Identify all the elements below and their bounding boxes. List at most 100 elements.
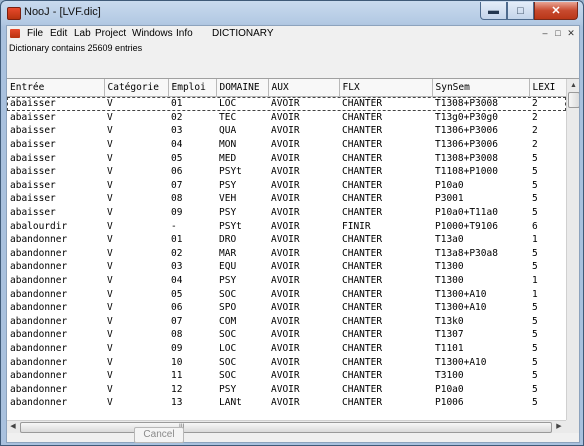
cell-aux[interactable]: AVOIR [268, 369, 339, 383]
cell-domaine[interactable]: SOC [216, 369, 268, 383]
cell-flx[interactable]: CHANTER [339, 396, 432, 410]
cell-domaine[interactable]: LOC [216, 97, 268, 111]
cell-synsem[interactable]: T1300+A10 [432, 287, 529, 301]
cell-lexi[interactable]: 5 [529, 192, 566, 206]
cell-synsem[interactable]: T3100 [432, 369, 529, 383]
cell-entree[interactable]: abandonner [7, 233, 104, 247]
cell-categorie[interactable]: V [104, 328, 168, 342]
menu-file[interactable]: File [27, 28, 43, 39]
cell-flx[interactable]: CHANTER [339, 151, 432, 165]
menu-edit[interactable]: Edit [50, 28, 67, 39]
cell-categorie[interactable]: V [104, 206, 168, 220]
cell-lexi[interactable]: 5 [529, 396, 566, 410]
cell-domaine[interactable]: MON [216, 138, 268, 152]
cell-categorie[interactable]: V [104, 219, 168, 233]
cell-emploi[interactable]: 03 [168, 260, 216, 274]
cell-flx[interactable]: CHANTER [339, 260, 432, 274]
cell-categorie[interactable]: V [104, 369, 168, 383]
cell-lexi[interactable]: 5 [529, 301, 566, 315]
cell-lexi[interactable]: 5 [529, 151, 566, 165]
cell-entree[interactable]: abandonner [7, 342, 104, 356]
cell-lexi[interactable]: 5 [529, 342, 566, 356]
cell-entree[interactable]: abandonner [7, 274, 104, 288]
cell-flx[interactable]: CHANTER [339, 165, 432, 179]
cell-emploi[interactable]: 09 [168, 342, 216, 356]
cell-domaine[interactable]: PSY [216, 179, 268, 193]
cell-categorie[interactable]: V [104, 179, 168, 193]
cell-flx[interactable]: CHANTER [339, 301, 432, 315]
cell-emploi[interactable]: 05 [168, 287, 216, 301]
horizontal-scrollbar[interactable]: ◀ ||| ▶ [7, 420, 566, 433]
column-header-entree[interactable]: Entrée [7, 79, 105, 97]
table-row[interactable]: abandonner V 06 SPO AVOIR CHANTER T1300+A10 5 [7, 301, 566, 315]
cell-synsem[interactable]: T1300+A10 [432, 301, 529, 315]
column-header-domaine[interactable]: DOMAINE [216, 79, 269, 97]
close-button[interactable]: ✕ [534, 2, 578, 20]
cell-lexi[interactable]: 1 [529, 274, 566, 288]
table-row[interactable]: abaisser V 05 MED AVOIR CHANTER T1308+P3008 5 [7, 151, 566, 165]
table-row[interactable]: abandonner V 04 PSY AVOIR CHANTER T1300 1 [7, 274, 566, 288]
cell-synsem[interactable]: T13a8+P30a8 [432, 247, 529, 261]
menu-lab[interactable]: Lab [74, 28, 91, 39]
cell-categorie[interactable]: V [104, 274, 168, 288]
cell-categorie[interactable]: V [104, 192, 168, 206]
table-row[interactable]: abandonner V 02 MAR AVOIR CHANTER T13a8+P30a8 5 [7, 247, 566, 261]
cell-aux[interactable]: AVOIR [268, 233, 339, 247]
cell-categorie[interactable]: V [104, 233, 168, 247]
cell-domaine[interactable]: PSY [216, 274, 268, 288]
table-row[interactable]: abalourdir V - PSYt AVOIR FINIR P1000+T9106 6 [7, 219, 566, 233]
cell-synsem[interactable]: P1000+T9106 [432, 219, 529, 233]
cell-synsem[interactable]: T13k0 [432, 315, 529, 329]
cell-flx[interactable]: CHANTER [339, 355, 432, 369]
cell-domaine[interactable]: VEH [216, 192, 268, 206]
column-header-synsem[interactable]: SynSem [432, 79, 530, 97]
cell-categorie[interactable]: V [104, 111, 168, 125]
cell-aux[interactable]: AVOIR [268, 219, 339, 233]
cell-entree[interactable]: abaisser [7, 179, 104, 193]
cell-categorie[interactable]: V [104, 342, 168, 356]
cell-synsem[interactable]: P10a0 [432, 382, 529, 396]
table-row[interactable]: abaisser V 04 MON AVOIR CHANTER T1306+P3006 2 [7, 138, 566, 152]
cell-aux[interactable]: AVOIR [268, 287, 339, 301]
cell-emploi[interactable]: 01 [168, 97, 216, 111]
cell-synsem[interactable]: P10a0+T11a0 [432, 206, 529, 220]
table-row[interactable]: abandonner V 09 LOC AVOIR CHANTER T1101 5 [7, 342, 566, 356]
horizontal-scroll-thumb[interactable]: ||| [20, 422, 552, 433]
cell-lexi[interactable]: 5 [529, 382, 566, 396]
scroll-left-icon[interactable]: ◀ [7, 421, 19, 433]
cell-categorie[interactable]: V [104, 396, 168, 410]
cell-flx[interactable]: CHANTER [339, 111, 432, 125]
cell-domaine[interactable]: PSY [216, 206, 268, 220]
cell-flx[interactable]: CHANTER [339, 328, 432, 342]
cell-entree[interactable]: abandonner [7, 355, 104, 369]
cell-synsem[interactable]: T1306+P3006 [432, 138, 529, 152]
cell-synsem[interactable]: T1101 [432, 342, 529, 356]
column-header-emploi[interactable]: Emploi [168, 79, 217, 97]
cell-aux[interactable]: AVOIR [268, 328, 339, 342]
cell-domaine[interactable]: QUA [216, 124, 268, 138]
menu-info[interactable]: Info [176, 28, 193, 39]
cell-entree[interactable]: abandonner [7, 247, 104, 261]
cell-domaine[interactable]: LANt [216, 396, 268, 410]
cell-emploi[interactable]: 09 [168, 206, 216, 220]
cell-emploi[interactable]: 06 [168, 301, 216, 315]
cell-entree[interactable]: abaisser [7, 151, 104, 165]
cell-emploi[interactable]: 02 [168, 247, 216, 261]
cell-synsem[interactable]: T13g0+P30g0 [432, 111, 529, 125]
mdi-close-icon[interactable]: ✕ [565, 27, 577, 39]
cell-domaine[interactable]: SPO [216, 301, 268, 315]
cell-domaine[interactable]: SOC [216, 328, 268, 342]
cell-synsem[interactable]: T1108+P1000 [432, 165, 529, 179]
cell-domaine[interactable]: DRO [216, 233, 268, 247]
cell-flx[interactable]: CHANTER [339, 233, 432, 247]
cell-synsem[interactable]: T1300+A10 [432, 355, 529, 369]
cell-categorie[interactable]: V [104, 315, 168, 329]
cell-domaine[interactable]: MED [216, 151, 268, 165]
cell-entree[interactable]: abaisser [7, 124, 104, 138]
mdi-minimize-icon[interactable]: – [539, 27, 551, 39]
cell-flx[interactable]: CHANTER [339, 315, 432, 329]
cell-synsem[interactable]: T1307 [432, 328, 529, 342]
cell-domaine[interactable]: SOC [216, 287, 268, 301]
cell-aux[interactable]: AVOIR [268, 151, 339, 165]
cell-entree[interactable]: abalourdir [7, 219, 104, 233]
